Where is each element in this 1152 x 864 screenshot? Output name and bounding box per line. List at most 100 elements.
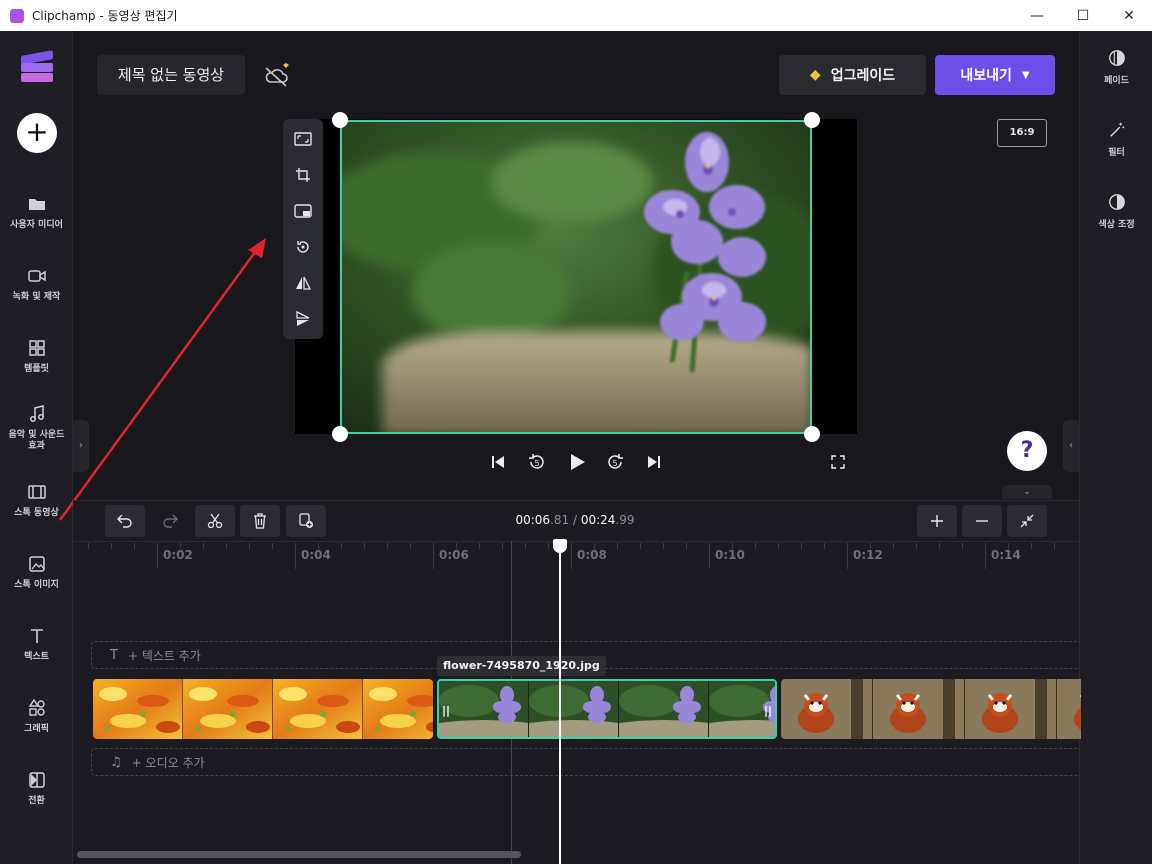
panel-label: 필터 [1108,148,1125,158]
tick-label: 0:02 [163,548,193,562]
zoom-out-button[interactable] [962,505,1002,537]
scissors-icon [207,513,223,529]
help-button[interactable]: ? [1007,431,1047,471]
video-clip-flower-selected[interactable]: || || [437,679,777,739]
zoom-in-button[interactable] [917,505,957,537]
current-time: 00:06 [515,513,551,527]
selected-clip-name: flower-7495870_1920.jpg [437,656,606,676]
nav-templates[interactable]: 템플릿 [0,338,73,375]
minimize-button[interactable]: — [1014,0,1060,31]
trash-icon [254,513,266,529]
fade-icon [1108,50,1125,66]
resize-handle-bottom-right[interactable] [804,426,820,442]
duplicate-icon [299,513,313,528]
rewind-5s-button[interactable]: 5 [524,450,550,474]
skip-to-end-button[interactable] [642,450,666,474]
ruler-minor-tick [1054,543,1055,549]
contrast-icon [1108,194,1125,210]
close-button[interactable]: ✕ [1106,0,1152,31]
play-button[interactable] [564,450,590,474]
playhead-handle[interactable] [553,539,567,553]
ruler-tick [157,543,158,569]
clip-thumbnails [93,679,433,739]
ruler-minor-tick [502,543,503,549]
add-media-button[interactable]: + [17,113,57,153]
timeline-ruler[interactable] [73,541,1079,571]
add-text-label: + 텍스트 추가 [127,648,201,663]
split-button[interactable] [195,505,235,537]
flip-vertical-icon [296,311,310,326]
collapse-timeline-button[interactable]: ⌄ [1002,485,1052,499]
add-audio-label: + 오디오 추가 [131,755,205,770]
panel-label: 페이드 [1104,76,1129,86]
skip-to-start-button[interactable] [486,450,510,474]
flip-horizontal-button[interactable] [291,271,315,295]
nav-your-media[interactable]: 사용자 미디어 [0,194,73,231]
title-bar: Clipchamp - 동영상 편집기 — ☐ ✕ [0,0,1152,31]
text-icon: T [110,647,118,663]
playhead-line[interactable] [559,545,561,864]
upgrade-button[interactable]: ◆ 업그레이드 [779,55,926,95]
picture-in-picture-button[interactable] [291,199,315,223]
ruler-minor-tick [226,543,227,549]
ruler-minor-tick [180,543,181,549]
right-sidebar: 페이드 필터 색상 조정 [1079,31,1152,864]
delete-button[interactable] [240,505,280,537]
ruler-minor-tick [203,543,204,549]
video-clip-red-panda[interactable] [781,679,1081,739]
resize-handle-top-left[interactable] [332,112,348,128]
clipchamp-app-icon [10,8,24,23]
trim-handle-right[interactable]: || [763,701,773,721]
expand-left-panel-button[interactable]: › [73,420,89,472]
svg-text:5: 5 [612,459,617,468]
ruler-minor-tick [249,543,250,549]
undo-button[interactable] [105,505,145,537]
project-title-input[interactable]: 제목 없는 동영상 [97,55,245,95]
nav-stock-video[interactable]: 스톡 동영상 [0,482,73,519]
rotate-button[interactable] [291,235,315,259]
nav-record-create[interactable]: 녹화 및 제작 [0,266,73,303]
flip-vertical-button[interactable] [291,307,315,331]
cloud-sync-off-icon[interactable] [262,62,292,90]
tick-label: 0:06 [439,548,469,562]
panel-adjust-colors[interactable]: 색상 조정 [1080,193,1152,230]
current-time-fraction: .81 [550,513,570,527]
nav-transitions[interactable]: 전환 [0,770,73,807]
nav-music-sfx[interactable]: 음악 및 사운드 효과 [0,404,73,452]
maximize-button[interactable]: ☐ [1060,0,1106,31]
trim-handle-left[interactable]: || [441,701,451,721]
video-clip-food[interactable] [93,679,433,739]
nav-stock-images[interactable]: 스톡 이미지 [0,554,73,591]
forward-5s-button[interactable]: 5 [602,450,628,474]
ruler-minor-tick [88,543,89,549]
ruler-minor-tick [364,543,365,549]
zoom-to-fit-button[interactable] [1007,505,1047,537]
duplicate-button[interactable] [286,505,326,537]
ruler-minor-tick [801,543,802,549]
crop-button[interactable] [291,163,315,187]
minus-icon [976,520,988,522]
audio-track-add[interactable]: ♫ + 오디오 추가 [91,748,1081,776]
panel-fade[interactable]: 페이드 [1080,49,1152,86]
ruler-minor-tick [410,543,411,549]
panel-filters[interactable]: 필터 [1080,121,1152,158]
aspect-ratio-button[interactable]: 16:9 [997,119,1047,147]
timeline-horizontal-scrollbar[interactable] [77,851,521,858]
ruler-tick [847,543,848,569]
fullscreen-button[interactable] [826,450,850,474]
ruler-minor-tick [778,543,779,549]
nav-text[interactable]: 텍스트 [0,626,73,663]
ruler-minor-tick [893,543,894,549]
fullscreen-icon [831,455,845,469]
nav-graphics[interactable]: 그래픽 [0,698,73,735]
ruler-minor-tick [870,543,871,549]
text-icon [30,629,43,643]
fit-button[interactable] [291,127,315,151]
transition-icon [28,772,45,788]
preview-media-frame[interactable] [340,120,812,434]
export-button[interactable]: 내보내기 ▼ [935,55,1055,95]
expand-right-panel-button[interactable]: ‹ [1063,420,1079,472]
resize-handle-top-right[interactable] [804,112,820,128]
resize-handle-bottom-left[interactable] [332,426,348,442]
redo-button[interactable] [150,505,190,537]
